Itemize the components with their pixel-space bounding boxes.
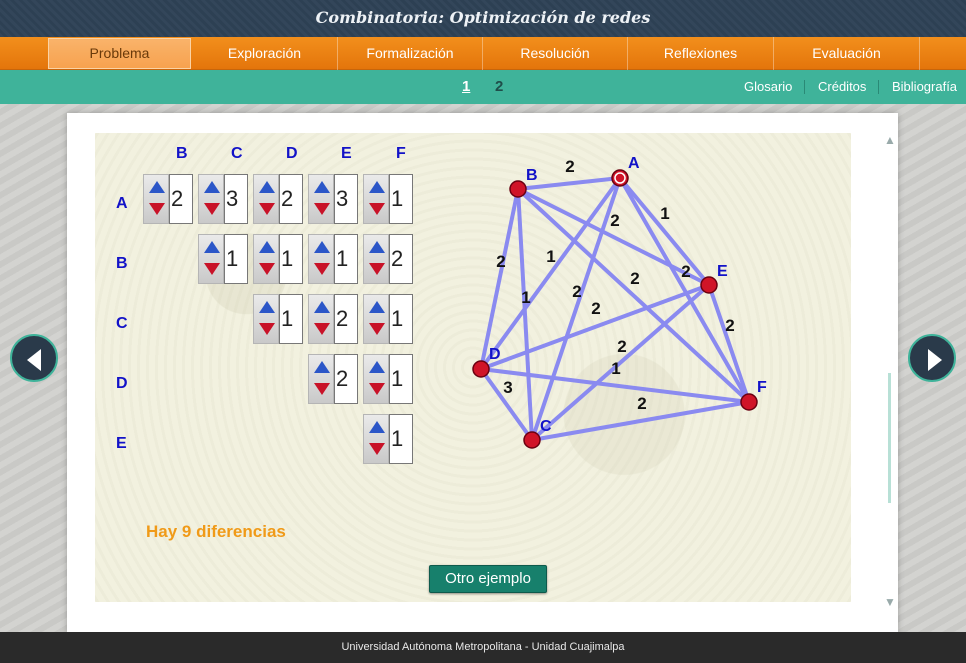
node-label-c: C	[540, 418, 552, 435]
edge-weight-a-c: 2	[572, 282, 581, 301]
edge-weight-c-d: 3	[503, 378, 512, 397]
node-label-b: B	[526, 167, 538, 184]
differences-message: Hay 9 diferencias	[146, 522, 286, 541]
edge-weight-a-e: 2	[681, 262, 690, 281]
scrollbar[interactable]: ▲ ▼	[882, 133, 896, 609]
edge-weight-b-d: 2	[496, 252, 505, 271]
node-label-a: A	[628, 155, 640, 172]
node-c[interactable]	[523, 431, 541, 449]
node-label-d: D	[489, 346, 501, 363]
otro-ejemplo-button[interactable]: Otro ejemplo	[429, 565, 547, 593]
edge-weight-b-f: 2	[630, 269, 639, 288]
edge-weight-a-f: 1	[660, 204, 669, 223]
edge-weight-c-f: 2	[637, 394, 646, 413]
edge-weight-a-b: 2	[565, 157, 574, 176]
node-label-f: F	[757, 379, 767, 396]
scroll-thumb[interactable]	[888, 373, 891, 503]
network-graph: 221112223122222ABCDEF	[472, 155, 767, 449]
edge-weight-e-f: 2	[725, 316, 734, 335]
edge-a-f	[618, 177, 751, 403]
edge-weight-b-e: 2	[610, 211, 619, 230]
edge-weight-a-d: 1	[546, 247, 555, 266]
node-b[interactable]	[509, 180, 527, 198]
node-d[interactable]	[472, 360, 490, 378]
scroll-up-icon[interactable]: ▲	[884, 133, 896, 147]
node-e[interactable]	[700, 276, 718, 294]
node-f[interactable]	[740, 393, 758, 411]
edge-weight-d-e: 2	[591, 299, 600, 318]
scroll-down-icon[interactable]: ▼	[884, 595, 896, 609]
edge-weight-b-c: 1	[521, 288, 530, 307]
edge-weight-c-e: 1	[611, 359, 620, 378]
footer-credits: Universidad Autónoma Metropolitana - Uni…	[0, 632, 966, 663]
node-label-e: E	[717, 263, 728, 280]
edge-d-e	[480, 283, 710, 371]
edge-weight-d-f: 2	[617, 337, 626, 356]
